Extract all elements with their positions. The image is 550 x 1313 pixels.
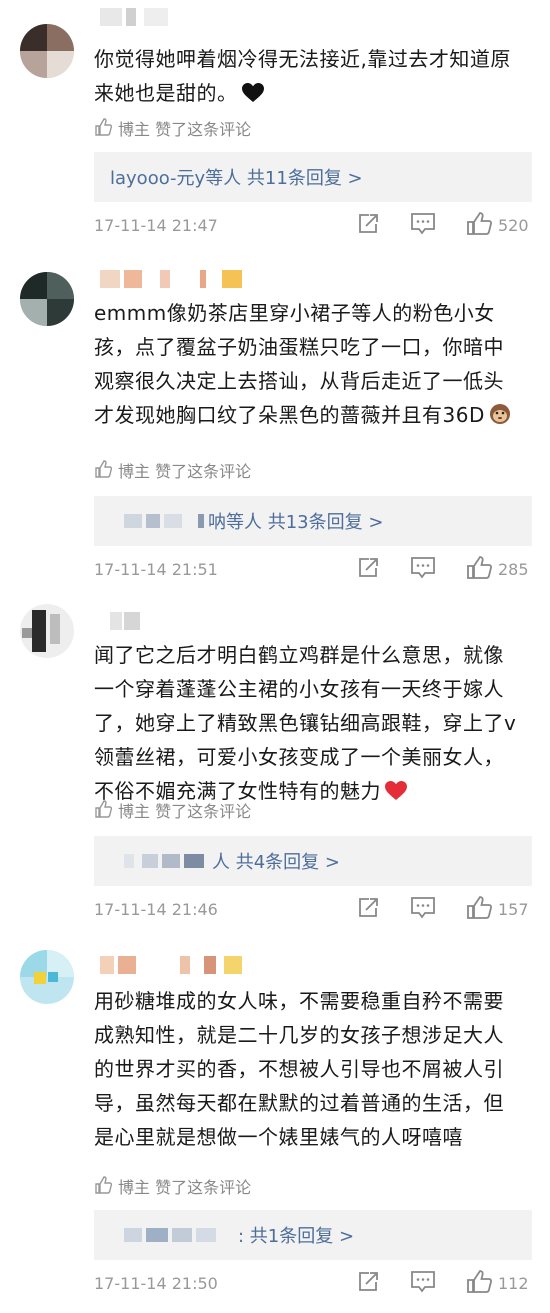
- avatar[interactable]: [20, 950, 74, 1004]
- thumb-up-outline-icon: [94, 118, 113, 141]
- comment-meta: 17-11-14 21:50 112: [94, 1270, 534, 1298]
- comment-meta: 17-11-14 21:46 157: [94, 896, 534, 924]
- like-icon[interactable]: [466, 1270, 492, 1296]
- comment-icon[interactable]: [410, 212, 436, 238]
- share-icon[interactable]: [356, 896, 382, 922]
- blogger-liked: 博主 赞了这条评论: [94, 118, 251, 141]
- username[interactable]: [100, 8, 180, 26]
- monkey-face-icon: [489, 401, 511, 435]
- thumb-up-outline-icon: [94, 460, 113, 483]
- thumb-up-outline-icon: [94, 800, 113, 823]
- blogger-liked: 博主 赞了这条评论: [94, 800, 251, 823]
- like-icon[interactable]: [466, 556, 492, 582]
- share-icon[interactable]: [356, 1270, 382, 1296]
- timestamp: 17-11-14 21:51: [94, 560, 218, 579]
- comment-text: 闻了它之后才明白鹤立鸡群是什么意思，就像一个穿着蓬蓬公主裙的小女孩有一天终于嫁人…: [94, 638, 524, 811]
- thumb-up-outline-icon: [94, 1176, 113, 1199]
- view-replies-button[interactable]: : 共1条回复 >: [94, 1210, 532, 1260]
- reply-user-blur: [118, 1226, 238, 1244]
- like-icon[interactable]: [466, 212, 492, 238]
- timestamp: 17-11-14 21:47: [94, 216, 218, 235]
- like-icon[interactable]: [466, 896, 492, 922]
- reply-user-blur: [118, 512, 208, 530]
- comment-icon[interactable]: [410, 556, 436, 582]
- avatar[interactable]: [20, 24, 74, 78]
- view-replies-button[interactable]: layooo-元y等人 共11条回复 >: [94, 152, 532, 202]
- like-count: 157: [498, 900, 529, 919]
- comment-text: emmm像奶茶店里穿小裙子等人的粉色小女孩，点了覆盆子奶油蛋糕只吃了一口，你暗中…: [94, 296, 524, 435]
- username[interactable]: [100, 956, 250, 974]
- username[interactable]: [100, 270, 250, 288]
- avatar[interactable]: [20, 604, 74, 658]
- timestamp: 17-11-14 21:50: [94, 1274, 218, 1293]
- reply-user-blur: [118, 852, 212, 870]
- blogger-liked: 博主 赞了这条评论: [94, 460, 251, 483]
- like-count: 520: [498, 216, 529, 235]
- black-heart-icon: [241, 79, 264, 113]
- comment-text: 你觉得她呷着烟冷得无法接近,靠过去才知道原来她也是甜的。: [94, 42, 524, 113]
- like-count: 112: [498, 1274, 529, 1293]
- view-replies-button[interactable]: 人 共4条回复 >: [94, 836, 532, 886]
- view-replies-button[interactable]: 呐等人 共13条回复 >: [94, 496, 532, 546]
- comment-meta: 17-11-14 21:51 285: [94, 556, 534, 584]
- comment-icon[interactable]: [410, 1270, 436, 1296]
- comment-meta: 17-11-14 21:47 520: [94, 212, 534, 240]
- avatar[interactable]: [20, 272, 74, 326]
- red-heart-icon: [385, 777, 407, 811]
- comment-text: 用砂糖堆成的女人味，不需要稳重自矜不需要成熟知性，就是二十几岁的女孩子想涉足大人…: [94, 989, 504, 1149]
- blogger-liked: 博主 赞了这条评论: [94, 1176, 251, 1199]
- share-icon[interactable]: [356, 212, 382, 238]
- like-count: 285: [498, 560, 529, 579]
- timestamp: 17-11-14 21:46: [94, 900, 218, 919]
- comment-icon[interactable]: [410, 896, 436, 922]
- share-icon[interactable]: [356, 556, 382, 582]
- username[interactable]: [110, 612, 150, 630]
